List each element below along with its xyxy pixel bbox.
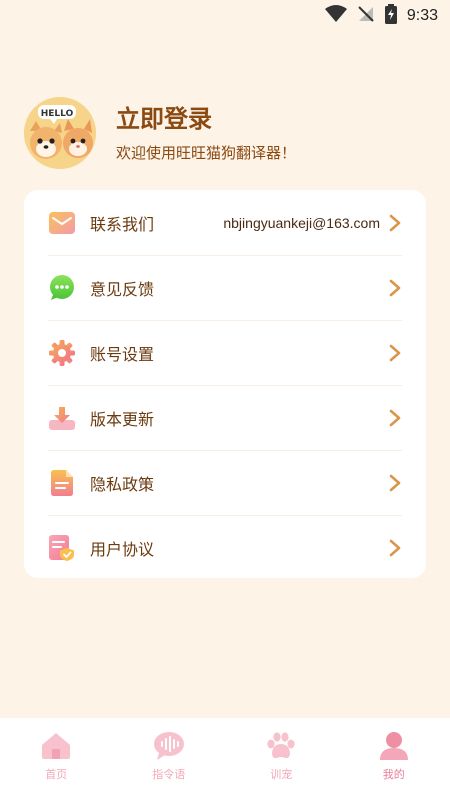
avatar-hello-text: HELLO <box>41 109 74 119</box>
login-link[interactable]: 立即登录 <box>116 104 296 134</box>
tab-commands[interactable]: 指令语 <box>113 718 226 800</box>
menu-item-label: 意见反馈 <box>90 280 155 299</box>
chevron-right-icon <box>388 539 402 557</box>
tab-label: 训宠 <box>270 768 293 781</box>
chevron-right-icon <box>388 214 402 232</box>
tab-label: 首页 <box>45 768 68 781</box>
battery-charging-icon <box>384 4 397 28</box>
menu-item-label: 用户协议 <box>90 540 155 559</box>
voice-icon <box>153 730 185 762</box>
wifi-icon <box>324 5 347 27</box>
chevron-right-icon <box>388 409 402 427</box>
paw-icon <box>265 730 297 762</box>
profile-header[interactable]: HELLO 立即登录 欢迎使用旺旺猫狗翻译器！ <box>24 96 426 170</box>
menu-item-label: 账号设置 <box>90 345 155 364</box>
home-icon <box>40 730 72 762</box>
chat-icon <box>48 274 76 302</box>
menu-item-label: 联系我们 <box>90 214 155 234</box>
menu-item-privacy-policy[interactable]: 隐私政策 <box>48 450 402 515</box>
no-signal-icon <box>357 5 375 27</box>
contact-email: nbjingyuankeji@163.com <box>223 214 380 231</box>
menu-item-label: 隐私政策 <box>90 475 155 494</box>
download-icon <box>48 404 76 432</box>
status-bar: 9:33 <box>0 0 450 32</box>
clock: 9:33 <box>406 7 438 24</box>
bottom-tab-bar: 首页 指令语 训宠 我的 <box>0 718 450 800</box>
menu-item-contact-us[interactable]: 联系我们 nbjingyuankeji@163.com <box>48 190 402 255</box>
avatar[interactable]: HELLO <box>24 97 96 169</box>
menu-item-version-update[interactable]: 版本更新 <box>48 385 402 450</box>
tab-home[interactable]: 首页 <box>0 718 113 800</box>
tab-label: 指令语 <box>152 768 186 781</box>
tab-pet-training[interactable]: 训宠 <box>225 718 338 800</box>
tab-label: 我的 <box>382 768 405 781</box>
profile-icon <box>378 730 410 762</box>
chevron-right-icon <box>388 279 402 297</box>
chevron-right-icon <box>388 344 402 362</box>
welcome-text: 欢迎使用旺旺猫狗翻译器！ <box>116 143 297 162</box>
menu-item-feedback[interactable]: 意见反馈 <box>48 255 402 320</box>
tab-mine[interactable]: 我的 <box>338 718 450 800</box>
menu-item-account-settings[interactable]: 账号设置 <box>48 320 402 385</box>
agreement-icon <box>48 534 76 562</box>
chevron-right-icon <box>388 474 402 492</box>
document-icon <box>48 469 76 497</box>
gear-icon <box>48 339 76 367</box>
menu-item-label: 版本更新 <box>90 410 155 429</box>
menu-item-user-agreement[interactable]: 用户协议 <box>48 515 402 580</box>
settings-menu: 联系我们 nbjingyuankeji@163.com 意见反馈 账号设置 版本… <box>24 190 426 578</box>
mail-icon <box>48 209 76 237</box>
